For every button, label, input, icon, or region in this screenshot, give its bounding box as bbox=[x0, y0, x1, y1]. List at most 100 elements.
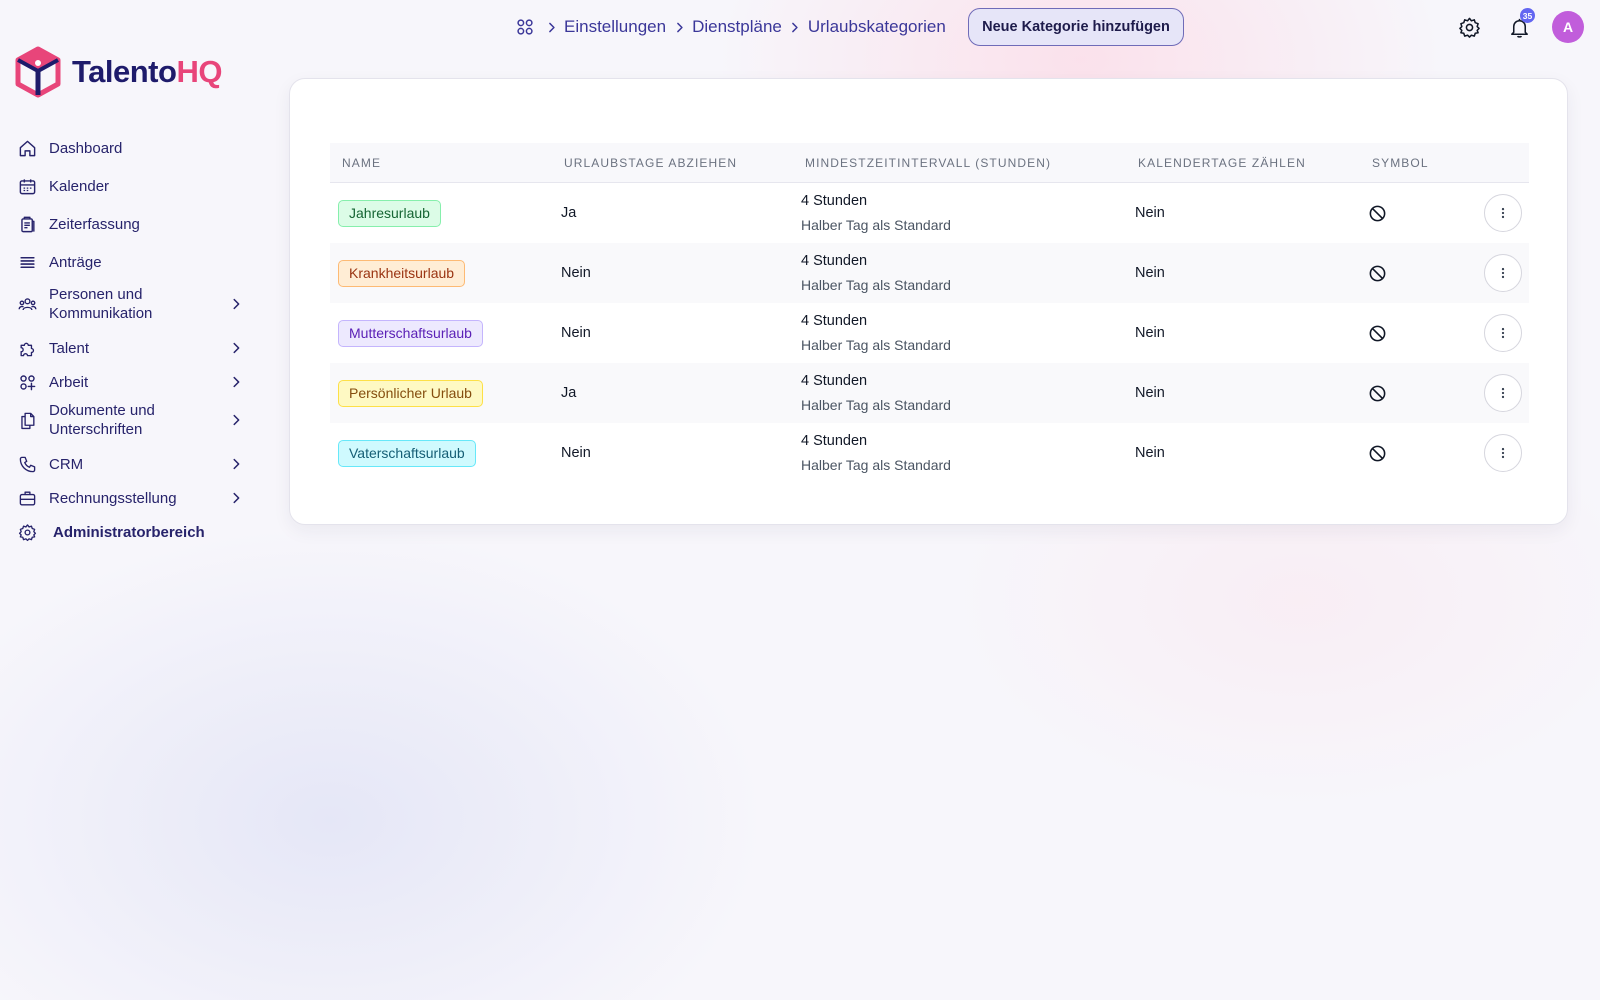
ban-icon bbox=[1368, 183, 1387, 243]
interval-note: Halber Tag als Standard bbox=[801, 217, 951, 233]
interval-cell: 4 Stunden Halber Tag als Standard bbox=[801, 243, 951, 303]
logo[interactable]: TalentoHQ bbox=[14, 46, 222, 98]
row-actions-button[interactable] bbox=[1484, 194, 1522, 232]
sidebar-item-personen[interactable]: Personen und Kommunikation bbox=[14, 284, 246, 324]
sidebar-item-label: Personen und Kommunikation bbox=[49, 286, 153, 322]
sidebar-item-label: Talent bbox=[49, 339, 90, 357]
calendar-icon bbox=[16, 175, 38, 197]
row-actions-button[interactable] bbox=[1484, 314, 1522, 352]
briefcase-icon bbox=[16, 487, 38, 509]
notifications-button[interactable]: 35 bbox=[1504, 8, 1535, 42]
category-badge[interactable]: Mutterschaftsurlaub bbox=[338, 319, 483, 347]
sidebar-item-dashboard[interactable]: Dashboard bbox=[14, 132, 246, 164]
more-vertical-icon bbox=[1501, 447, 1505, 459]
sidebar-item-label: Dashboard bbox=[49, 139, 123, 157]
sidebar-item-label: Kalender bbox=[49, 177, 110, 195]
chevron-right-icon bbox=[228, 374, 244, 390]
gear-icon bbox=[1458, 17, 1480, 38]
sidebar-item-rechnungsstellung[interactable]: Rechnungsstellung bbox=[14, 482, 246, 514]
category-badge[interactable]: Krankheitsurlaub bbox=[338, 259, 466, 287]
chevron-right-icon bbox=[228, 490, 244, 506]
calendar-days-cell: Nein bbox=[1135, 325, 1165, 341]
settings-button[interactable] bbox=[1454, 12, 1484, 42]
interval-note: Halber Tag als Standard bbox=[801, 457, 951, 473]
more-vertical-icon bbox=[1501, 387, 1505, 399]
breadcrumb-einstellungen[interactable]: Einstellungen bbox=[564, 17, 666, 37]
deduct-cell: Nein bbox=[561, 325, 591, 341]
ban-icon bbox=[1368, 363, 1387, 423]
chevron-right-icon bbox=[228, 456, 244, 472]
gear-icon bbox=[16, 521, 38, 543]
category-badge[interactable]: Persönlicher Urlaub bbox=[338, 379, 483, 407]
sidebar: TalentoHQ Dashboard Kalender Zeiterfassu… bbox=[0, 0, 260, 1000]
sidebar-item-kalender[interactable]: Kalender bbox=[14, 170, 246, 202]
breadcrumb-urlaubskategorien[interactable]: Urlaubskategorien bbox=[808, 17, 946, 37]
ban-icon bbox=[1368, 303, 1387, 363]
sidebar-item-zeiterfassung[interactable]: Zeiterfassung bbox=[14, 208, 246, 240]
interval-value: 4 Stunden bbox=[801, 193, 868, 209]
documents-icon bbox=[16, 409, 38, 431]
chevron-right-icon bbox=[228, 296, 244, 312]
column-header-name: Name bbox=[342, 156, 382, 170]
breadcrumb-dienstplaene[interactable]: Dienstpläne bbox=[692, 17, 782, 37]
puzzle-icon bbox=[16, 337, 38, 359]
calendar-days-cell: Nein bbox=[1135, 385, 1165, 401]
people-icon bbox=[16, 293, 38, 315]
sidebar-item-crm[interactable]: CRM bbox=[14, 448, 246, 480]
clipboard-icon bbox=[16, 213, 38, 235]
column-header-deduct: Urlaubstage abziehen bbox=[564, 156, 738, 170]
calendar-days-cell: Nein bbox=[1135, 265, 1165, 281]
table-row: Krankheitsurlaub Nein 4 Stunden Halber T… bbox=[330, 243, 1529, 303]
table-header: Name Urlaubstage abziehen Mindestzeitint… bbox=[330, 143, 1529, 183]
phone-icon bbox=[16, 453, 38, 475]
table-row: Mutterschaftsurlaub Nein 4 Stunden Halbe… bbox=[330, 303, 1529, 363]
interval-cell: 4 Stunden Halber Tag als Standard bbox=[801, 423, 951, 483]
row-actions-button[interactable] bbox=[1484, 434, 1522, 472]
more-vertical-icon bbox=[1501, 207, 1505, 219]
leave-categories-card: Name Urlaubstage abziehen Mindestzeitint… bbox=[289, 78, 1568, 525]
ban-icon bbox=[1368, 243, 1387, 303]
chevron-right-icon bbox=[666, 21, 692, 34]
leave-categories-table: Name Urlaubstage abziehen Mindestzeitint… bbox=[330, 143, 1529, 483]
brand-name: TalentoHQ bbox=[72, 54, 222, 89]
chevron-right-icon bbox=[228, 340, 244, 356]
sidebar-item-talent[interactable]: Talent bbox=[14, 332, 246, 364]
breadcrumb: Einstellungen Dienstpläne Urlaubskategor… bbox=[512, 14, 946, 40]
notification-count-badge: 35 bbox=[1520, 8, 1535, 23]
chevron-right-icon bbox=[228, 412, 244, 428]
interval-note: Halber Tag als Standard bbox=[801, 337, 951, 353]
sidebar-item-label: Anträge bbox=[49, 253, 102, 271]
sidebar-item-admin[interactable]: Administratorbereich bbox=[14, 516, 246, 548]
table-row: Jahresurlaub Ja 4 Stunden Halber Tag als… bbox=[330, 183, 1529, 243]
add-category-button[interactable]: Neue Kategorie hinzufügen bbox=[968, 8, 1184, 46]
interval-cell: 4 Stunden Halber Tag als Standard bbox=[801, 183, 951, 243]
column-header-interval: Mindestzeitintervall (Stunden) bbox=[805, 156, 1052, 170]
sidebar-item-label: Rechnungsstellung bbox=[49, 489, 177, 507]
interval-note: Halber Tag als Standard bbox=[801, 277, 951, 293]
sidebar-item-antraege[interactable]: Anträge bbox=[14, 246, 246, 278]
home-icon bbox=[16, 137, 38, 159]
interval-value: 4 Stunden bbox=[801, 433, 868, 449]
interval-cell: 4 Stunden Halber Tag als Standard bbox=[801, 363, 951, 423]
row-actions-button[interactable] bbox=[1484, 374, 1522, 412]
sidebar-item-arbeit[interactable]: Arbeit bbox=[14, 366, 246, 398]
calendar-days-cell: Nein bbox=[1135, 445, 1165, 461]
table-row: Persönlicher Urlaub Ja 4 Stunden Halber … bbox=[330, 363, 1529, 423]
interval-note: Halber Tag als Standard bbox=[801, 397, 951, 413]
category-badge[interactable]: Vaterschaftsurlaub bbox=[338, 439, 476, 467]
interval-cell: 4 Stunden Halber Tag als Standard bbox=[801, 303, 951, 363]
row-actions-button[interactable] bbox=[1484, 254, 1522, 292]
interval-value: 4 Stunden bbox=[801, 253, 868, 269]
deduct-cell: Nein bbox=[561, 445, 591, 461]
grid-icon[interactable] bbox=[512, 14, 538, 40]
apps-add-icon bbox=[16, 371, 38, 393]
category-badge[interactable]: Jahresurlaub bbox=[338, 199, 441, 227]
deduct-cell: Nein bbox=[561, 265, 591, 281]
column-header-calendar-days: Kalendertage zählen bbox=[1138, 156, 1306, 170]
interval-value: 4 Stunden bbox=[801, 313, 868, 329]
stack-icon bbox=[16, 251, 38, 273]
avatar[interactable]: A bbox=[1552, 11, 1584, 43]
more-vertical-icon bbox=[1501, 267, 1505, 279]
sidebar-item-dokumente[interactable]: Dokumente und Unterschriften bbox=[14, 400, 246, 440]
sidebar-item-label: Administratorbereich bbox=[53, 523, 205, 541]
